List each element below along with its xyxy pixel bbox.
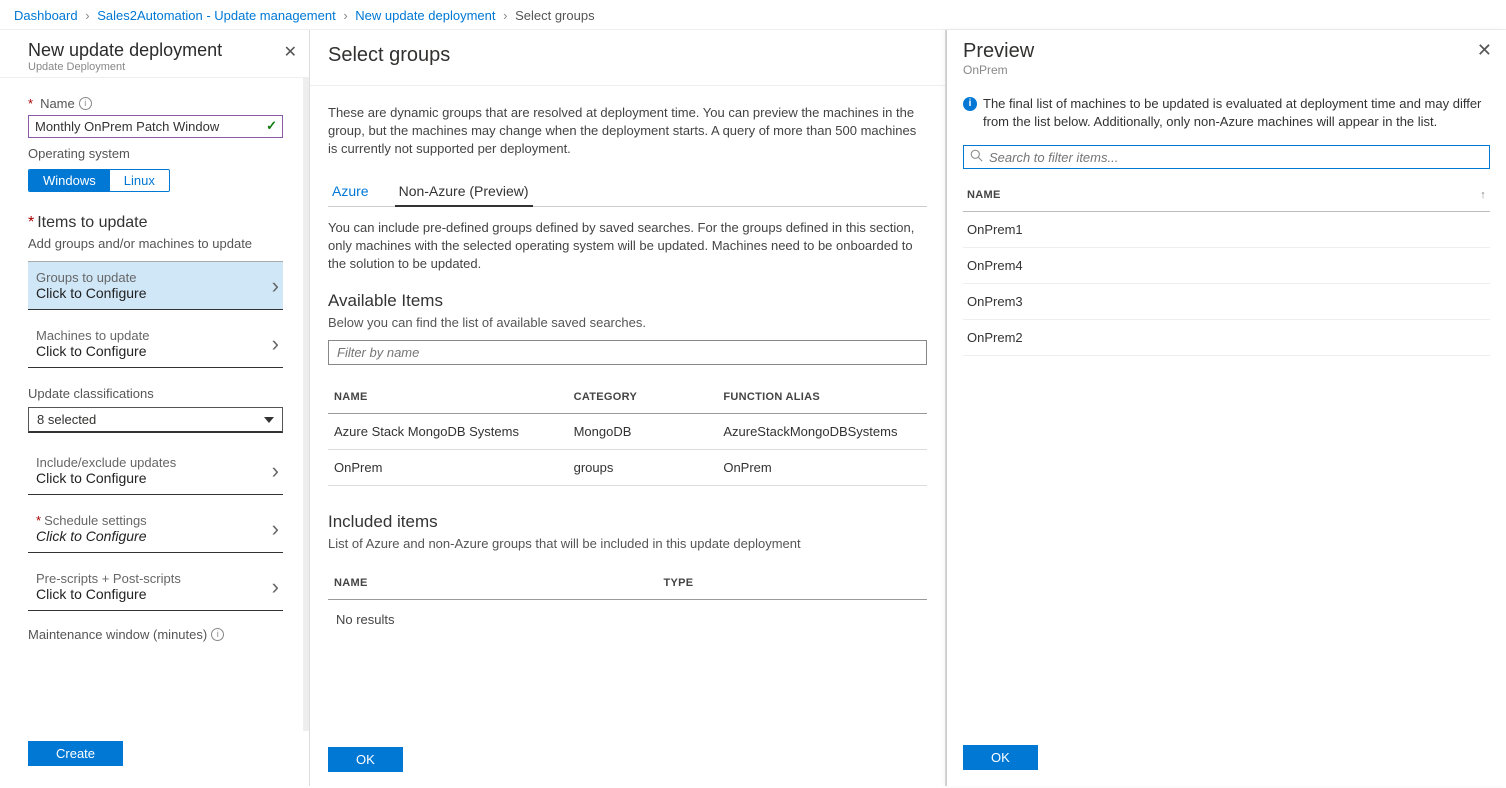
left-panel: ✕ New update deployment Update Deploymen… [0,30,310,786]
ok-button[interactable]: OK [328,747,403,772]
list-item[interactable]: OnPrem1 [963,212,1490,248]
right-panel: ✕ Preview OnPrem i The final list of mac… [946,30,1506,786]
close-icon[interactable]: ✕ [1477,40,1492,61]
chevron-right-icon [272,574,279,600]
close-icon[interactable]: ✕ [284,42,297,62]
chevron-right-icon [272,273,279,299]
info-icon: i [963,97,977,111]
tab-non-azure[interactable]: Non-Azure (Preview) [395,177,533,207]
tabs: Azure Non-Azure (Preview) [328,177,927,207]
search-box[interactable] [963,145,1490,169]
table-row[interactable]: OnPrem groups OnPrem [328,450,927,486]
groups-to-update[interactable]: Groups to update Click to Configure [28,261,283,310]
col-category[interactable]: CATEGORY [568,381,718,414]
included-sub: List of Azure and non-Azure groups that … [328,536,927,551]
info-icon[interactable]: i [79,97,92,110]
included-title: Included items [328,512,927,532]
preview-table: NAME↑ OnPrem1 OnPrem4 OnPrem3 OnPrem2 [963,179,1490,356]
items-sub: Add groups and/or machines to update [28,236,283,251]
filter-input[interactable] [328,340,927,365]
included-table: NAME TYPE [328,567,927,600]
tab-azure[interactable]: Azure [328,177,373,206]
info-icon[interactable]: i [211,628,224,641]
include-exclude[interactable]: Include/exclude updates Click to Configu… [28,447,283,495]
os-windows[interactable]: Windows [29,170,110,191]
crumb-sep: › [343,8,347,23]
chevron-right-icon [272,458,279,484]
available-table: NAME CATEGORY FUNCTION ALIAS Azure Stack… [328,381,927,486]
crumb-current: Select groups [515,8,595,23]
left-title: New update deployment [28,40,295,61]
incl-col-name[interactable]: NAME [328,567,657,600]
classif-dropdown[interactable]: 8 selected [28,407,283,433]
middle-panel: Select groups These are dynamic groups t… [310,30,946,786]
breadcrumb: Dashboard › Sales2Automation - Update ma… [0,0,1506,30]
crumb-2[interactable]: New update deployment [355,8,495,23]
preview-col-name[interactable]: NAME↑ [963,179,1490,212]
preview-title: Preview [963,40,1490,63]
name-label: Name i [28,96,283,111]
crumb-0[interactable]: Dashboard [14,8,78,23]
col-name[interactable]: NAME [328,381,568,414]
crumb-sep: › [503,8,507,23]
left-subtitle: Update Deployment [28,61,295,73]
table-row[interactable]: Azure Stack MongoDB Systems MongoDB Azur… [328,414,927,450]
name-input[interactable] [28,115,283,138]
search-input[interactable] [989,150,1483,165]
list-item[interactable]: OnPrem3 [963,284,1490,320]
os-label: Operating system [28,146,283,161]
crumb-sep: › [85,8,89,23]
os-toggle: Windows Linux [28,169,170,192]
available-sub: Below you can find the list of available… [328,315,927,330]
machines-to-update[interactable]: Machines to update Click to Configure [28,320,283,368]
list-item[interactable]: OnPrem4 [963,248,1490,284]
chevron-down-icon [264,417,274,423]
tab-description: You can include pre-defined groups defin… [328,219,927,274]
no-results: No results [328,600,927,639]
ok-button[interactable]: OK [963,745,1038,770]
incl-col-type[interactable]: TYPE [657,567,927,600]
available-title: Available Items [328,291,927,311]
mid-description: These are dynamic groups that are resolv… [328,104,927,159]
chevron-right-icon [272,331,279,357]
preview-notice: i The final list of machines to be updat… [963,95,1490,131]
maint-label: Maintenance window (minutes) i [28,627,283,642]
check-icon: ✓ [266,118,277,134]
items-header: Items to update [28,214,283,232]
pre-post-scripts[interactable]: Pre-scripts + Post-scripts Click to Conf… [28,563,283,611]
search-icon [970,149,983,165]
crumb-1[interactable]: Sales2Automation - Update management [97,8,335,23]
schedule-settings[interactable]: Schedule settings Click to Configure [28,505,283,553]
preview-subtitle: OnPrem [963,63,1490,77]
col-alias[interactable]: FUNCTION ALIAS [717,381,927,414]
create-button[interactable]: Create [28,741,123,766]
list-item[interactable]: OnPrem2 [963,320,1490,356]
os-linux[interactable]: Linux [110,170,169,191]
mid-title: Select groups [310,30,945,86]
classif-label: Update classifications [28,386,283,401]
chevron-right-icon [272,516,279,542]
sort-icon[interactable]: ↑ [1480,189,1486,201]
